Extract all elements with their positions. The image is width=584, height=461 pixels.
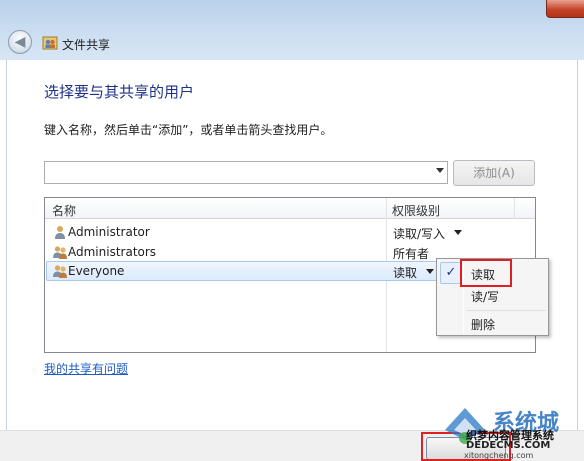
sharing-problem-link[interactable]: 我的共享有问题 [44, 360, 128, 377]
user-name: Administrators [68, 245, 157, 259]
instruction-text: 键入名称，然后单击“添加”，或者单击箭头查找用户。 [44, 123, 333, 137]
permission-level[interactable]: 读取/写入 [393, 225, 445, 242]
file-share-icon [42, 36, 58, 50]
add-button[interactable]: 添加(A) [453, 160, 535, 186]
permission-dropdown-arrow-icon[interactable] [426, 269, 434, 274]
close-button[interactable] [546, 0, 584, 18]
column-header-name[interactable]: 名称 [52, 202, 76, 219]
dropdown-arrow-icon[interactable] [436, 168, 444, 173]
column-header-permission[interactable]: 权限级别 [392, 202, 440, 219]
group-icon [53, 265, 67, 278]
group-icon [53, 246, 67, 259]
menu-item-remove[interactable]: 删除 [471, 316, 495, 333]
menu-separator [467, 310, 546, 311]
annotation-highlight-box [460, 259, 512, 287]
user-name: Administrator [68, 225, 150, 239]
permission-level[interactable]: 读取 [393, 264, 417, 281]
window-title: 文件共享 [62, 38, 111, 52]
watermark-text: DEDECMS.COM [466, 440, 551, 451]
permission-level: 所有者 [393, 247, 430, 261]
back-arrow-icon: ◀ [14, 34, 26, 50]
user-icon [55, 226, 65, 239]
column-divider [514, 198, 515, 219]
user-name-combobox[interactable] [44, 161, 448, 184]
permission-dropdown-arrow-icon[interactable] [454, 230, 462, 235]
list-item[interactable]: Administrator 读取/写入 [46, 222, 534, 242]
user-name: Everyone [68, 264, 125, 278]
list-header: 名称 权限级别 [45, 198, 535, 219]
navigation-bar: ◀ 文件共享 [0, 26, 584, 60]
page-heading: 选择要与其共享的用户 [44, 83, 195, 101]
checkmark-icon: ✓ [440, 262, 462, 284]
back-button[interactable]: ◀ [8, 30, 32, 54]
watermark-text: xitongcheng.com [464, 451, 534, 460]
menu-item-read-write[interactable]: 读/写 [471, 288, 499, 305]
